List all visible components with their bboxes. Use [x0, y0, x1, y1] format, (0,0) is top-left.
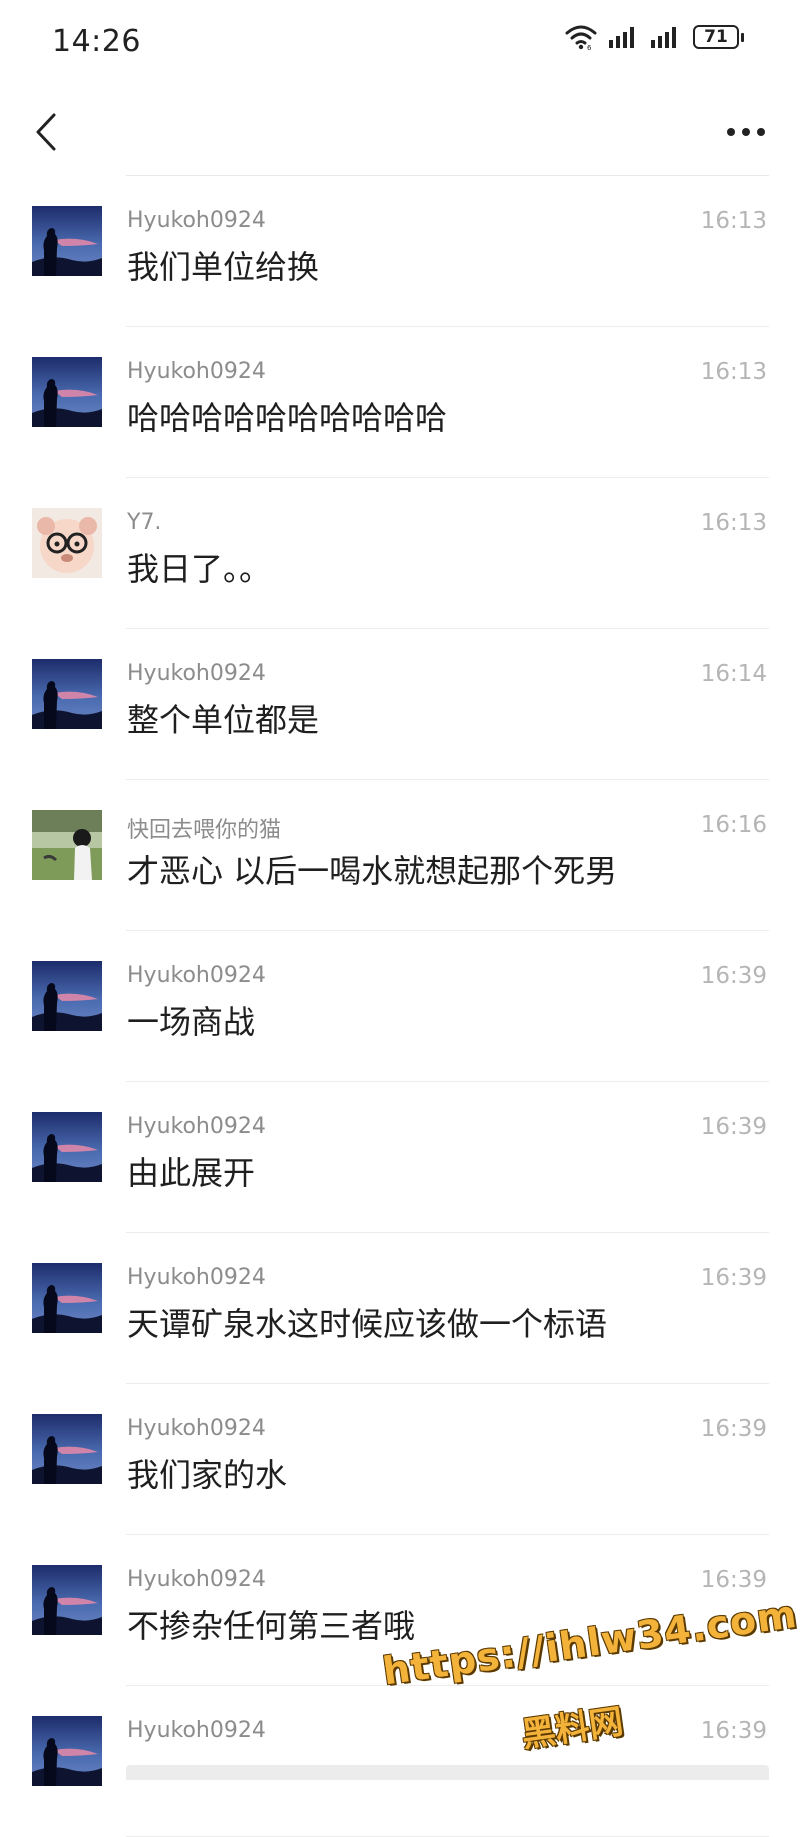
status-bar: 14:26 6 71 [0, 0, 800, 86]
message-text: 由此展开 [127, 1154, 256, 1192]
sender-name[interactable]: Hyukoh0924 [127, 1114, 266, 1139]
sender-name[interactable]: Hyukoh0924 [127, 1265, 266, 1290]
message-item[interactable]: Y7. 16:13 我日了。。 [0, 478, 800, 629]
bottom-popup-edge [126, 1765, 769, 1780]
plush-bear-glasses-avatar [32, 508, 102, 578]
message-time: 16:13 [700, 359, 767, 385]
night-sky-avatar [32, 1565, 102, 1635]
message-item[interactable]: Hyukoh0924 16:13 哈哈哈哈哈哈哈哈哈哈 [0, 327, 800, 478]
chevron-left-icon [36, 113, 56, 151]
message-text: 哈哈哈哈哈哈哈哈哈哈 [127, 399, 448, 437]
message-item[interactable]: 快回去喂你的猫 16:16 才恶心 以后一喝水就想起那个死男 [0, 780, 800, 931]
message-text: 一场商战 [127, 1003, 256, 1041]
avatar[interactable] [32, 1263, 102, 1333]
sender-name[interactable]: Hyukoh0924 [127, 208, 266, 233]
message-text: 我们家的水 [127, 1456, 288, 1494]
more-button[interactable] [714, 104, 778, 160]
message-time: 16:13 [700, 510, 767, 536]
wifi-icon: 6 [565, 25, 597, 50]
message-text: 我日了。。 [127, 550, 272, 588]
avatar[interactable] [32, 206, 102, 276]
message-item[interactable]: Hyukoh0924 16:39 天谭矿泉水这时候应该做一个标语 [0, 1233, 800, 1384]
message-text: 才恶心 以后一喝水就想起那个死男 [127, 852, 618, 890]
battery-icon: 71 [693, 25, 744, 49]
message-item[interactable]: Hyukoh0924 16:39 不掺杂任何第三者哦 [0, 1535, 800, 1686]
message-item[interactable]: Hyukoh0924 16:13 我们单位给换 [0, 176, 800, 327]
signal-icon-2 [651, 27, 676, 48]
message-time: 16:13 [700, 208, 767, 234]
night-sky-avatar [32, 1112, 102, 1182]
message-text: 我们单位给换 [127, 248, 320, 286]
avatar[interactable] [32, 1716, 102, 1786]
more-horizontal-icon [727, 128, 765, 136]
night-sky-avatar [32, 1716, 102, 1786]
message-item[interactable]: Hyukoh0924 16:39 由此展开 [0, 1082, 800, 1233]
message-text: 整个单位都是 [127, 701, 320, 739]
signal-icon [609, 27, 634, 48]
sender-name[interactable]: Hyukoh0924 [127, 963, 266, 988]
avatar[interactable] [32, 961, 102, 1031]
avatar[interactable] [32, 1565, 102, 1635]
message-time: 16:16 [700, 812, 767, 838]
night-sky-avatar [32, 659, 102, 729]
message-list[interactable]: Hyukoh0924 16:13 我们单位给换 Hyukoh0924 16:13 哈哈哈… [0, 176, 800, 1837]
nav-bar [0, 86, 800, 176]
message-item[interactable]: Hyukoh0924 16:39 一场商战 [0, 931, 800, 1082]
sender-name[interactable]: Hyukoh0924 [127, 1567, 266, 1592]
message-time: 16:39 [700, 1265, 767, 1291]
status-time: 14:26 [52, 24, 141, 59]
message-text: 天谭矿泉水这时候应该做一个标语 [127, 1305, 608, 1343]
sender-name[interactable]: Hyukoh0924 [127, 359, 266, 384]
sender-name[interactable]: Hyukoh0924 [127, 1718, 266, 1743]
avatar[interactable] [32, 508, 102, 578]
message-time: 16:39 [700, 1416, 767, 1442]
message-item[interactable]: Hyukoh0924 16:39 我们家的水 [0, 1384, 800, 1535]
sender-name[interactable]: Y7. [127, 510, 161, 535]
night-sky-avatar [32, 357, 102, 427]
girl-on-grass-avatar [32, 810, 102, 880]
night-sky-avatar [32, 206, 102, 276]
svg-text:6: 6 [587, 44, 592, 50]
night-sky-avatar [32, 961, 102, 1031]
sender-name[interactable]: Hyukoh0924 [127, 1416, 266, 1441]
night-sky-avatar [32, 1263, 102, 1333]
sender-name[interactable]: Hyukoh0924 [127, 661, 266, 686]
back-button[interactable] [18, 104, 74, 160]
message-text: 不掺杂任何第三者哦 [127, 1607, 416, 1645]
night-sky-avatar [32, 1414, 102, 1484]
status-icons: 6 71 [565, 24, 744, 50]
message-time: 16:39 [700, 1567, 767, 1593]
battery-level: 71 [693, 25, 739, 49]
avatar[interactable] [32, 810, 102, 880]
message-time: 16:14 [700, 661, 767, 687]
avatar[interactable] [32, 659, 102, 729]
message-item[interactable]: Hyukoh0924 16:14 整个单位都是 [0, 629, 800, 780]
sender-name[interactable]: 快回去喂你的猫 [127, 812, 281, 844]
message-time: 16:39 [700, 1114, 767, 1140]
avatar[interactable] [32, 1414, 102, 1484]
message-time: 16:39 [700, 963, 767, 989]
avatar[interactable] [32, 1112, 102, 1182]
message-item[interactable]: Hyukoh0924 16:39 [0, 1686, 800, 1837]
avatar[interactable] [32, 357, 102, 427]
message-time: 16:39 [700, 1718, 767, 1744]
